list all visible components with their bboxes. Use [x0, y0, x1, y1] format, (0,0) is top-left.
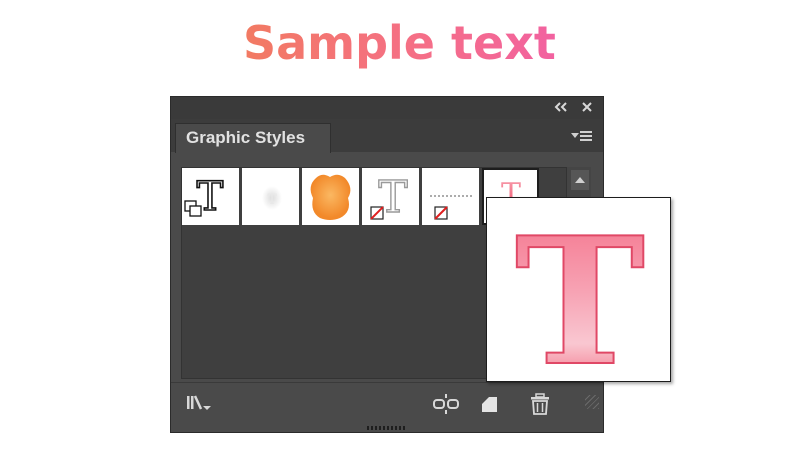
- panel-titlebar[interactable]: [171, 97, 603, 120]
- graphic-style-preview: T: [486, 197, 671, 406]
- swatch-orange-blob-style[interactable]: [302, 168, 359, 225]
- panel-drag-grip[interactable]: [367, 426, 405, 430]
- sample-text-heading: Sample text: [243, 16, 556, 70]
- close-icon[interactable]: [579, 100, 595, 116]
- scroll-up-icon[interactable]: [571, 170, 589, 190]
- break-link-icon[interactable]: [431, 393, 459, 415]
- svg-text:T: T: [267, 192, 277, 208]
- collapse-panel-icon[interactable]: [553, 100, 569, 116]
- swatch-white-glow-style[interactable]: T: [242, 168, 299, 225]
- swatch-default-style[interactable]: T: [182, 168, 239, 225]
- resize-grip-icon[interactable]: [585, 395, 599, 409]
- tab-graphic-styles[interactable]: Graphic Styles: [175, 123, 331, 153]
- panel-tabbar: Graphic Styles: [171, 119, 603, 153]
- panel-bottom-bar: [171, 382, 603, 423]
- swatch-outlined-t-style[interactable]: T: [362, 168, 419, 225]
- preview-glyph: T: [515, 200, 645, 381]
- swatch-dotted-line-style[interactable]: [422, 168, 479, 225]
- new-graphic-style-icon[interactable]: [477, 393, 503, 415]
- panel-menu-icon[interactable]: [571, 128, 593, 144]
- graphic-style-libraries-menu-icon[interactable]: [185, 393, 211, 415]
- delete-icon[interactable]: [527, 393, 553, 415]
